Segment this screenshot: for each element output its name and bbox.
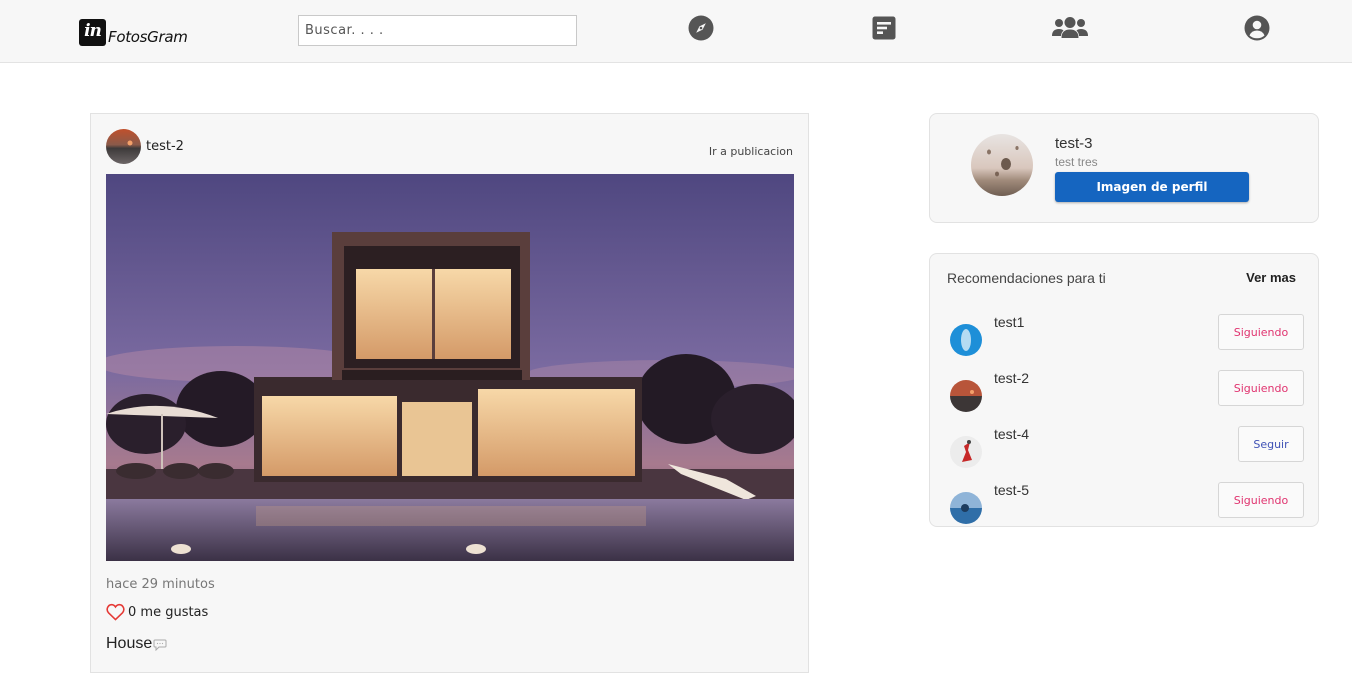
top-navbar: in FotosGram (0, 0, 1352, 63)
following-button[interactable]: Siguiendo (1218, 314, 1304, 350)
post-card: test-2 Ir a publicacion hace 29 minutos … (90, 113, 809, 673)
list-item: test-5 Siguiendo (930, 482, 1320, 534)
likes-count: 0 me gustas (128, 604, 209, 620)
post-image[interactable] (106, 174, 794, 561)
rec-username[interactable]: test-2 (994, 370, 1029, 386)
account-icon[interactable] (1244, 15, 1270, 41)
post-username[interactable]: test-2 (146, 139, 184, 154)
comment-icon[interactable] (153, 639, 167, 651)
brand[interactable]: in FotosGram (79, 18, 188, 46)
list-item: test-4 Seguir (930, 426, 1320, 478)
rec-username[interactable]: test-4 (994, 426, 1029, 442)
see-more-link[interactable]: Ver mas (1246, 270, 1296, 285)
heart-icon[interactable] (106, 603, 125, 621)
search-input[interactable] (298, 15, 577, 46)
feed-icon[interactable] (871, 15, 897, 41)
avatar[interactable] (106, 129, 141, 164)
following-button[interactable]: Siguiendo (1218, 370, 1304, 406)
rec-username[interactable]: test1 (994, 314, 1024, 330)
avatar[interactable] (950, 492, 982, 524)
brand-name: FotosGram (108, 28, 188, 46)
avatar[interactable] (950, 380, 982, 412)
caption-text: House (106, 635, 153, 652)
rec-username[interactable]: test-5 (994, 482, 1029, 498)
likes: 0 me gustas (106, 603, 208, 621)
compass-icon[interactable] (688, 15, 714, 41)
follow-button[interactable]: Seguir (1238, 426, 1304, 462)
avatar[interactable] (950, 324, 982, 356)
profile-image-button[interactable]: Imagen de perfil (1055, 172, 1249, 202)
profile-fullname: test tres (1055, 155, 1098, 169)
brand-logo: in (79, 19, 106, 46)
users-icon[interactable] (1052, 15, 1088, 41)
avatar[interactable] (971, 134, 1033, 196)
profile-card: test-3 test tres Imagen de perfil (929, 113, 1319, 223)
recommendations-title: Recomendaciones para ti (947, 270, 1106, 286)
post-time: hace 29 minutos (106, 577, 215, 592)
post-caption: House (106, 635, 167, 653)
following-button[interactable]: Siguiendo (1218, 482, 1304, 518)
profile-username: test-3 (1055, 135, 1093, 152)
list-item: test1 Siguiendo (930, 314, 1320, 366)
list-item: test-2 Siguiendo (930, 370, 1320, 422)
post-link[interactable]: Ir a publicacion (709, 145, 793, 158)
recommendations-card: Recomendaciones para ti Ver mas test1 Si… (929, 253, 1319, 527)
avatar[interactable] (950, 436, 982, 468)
